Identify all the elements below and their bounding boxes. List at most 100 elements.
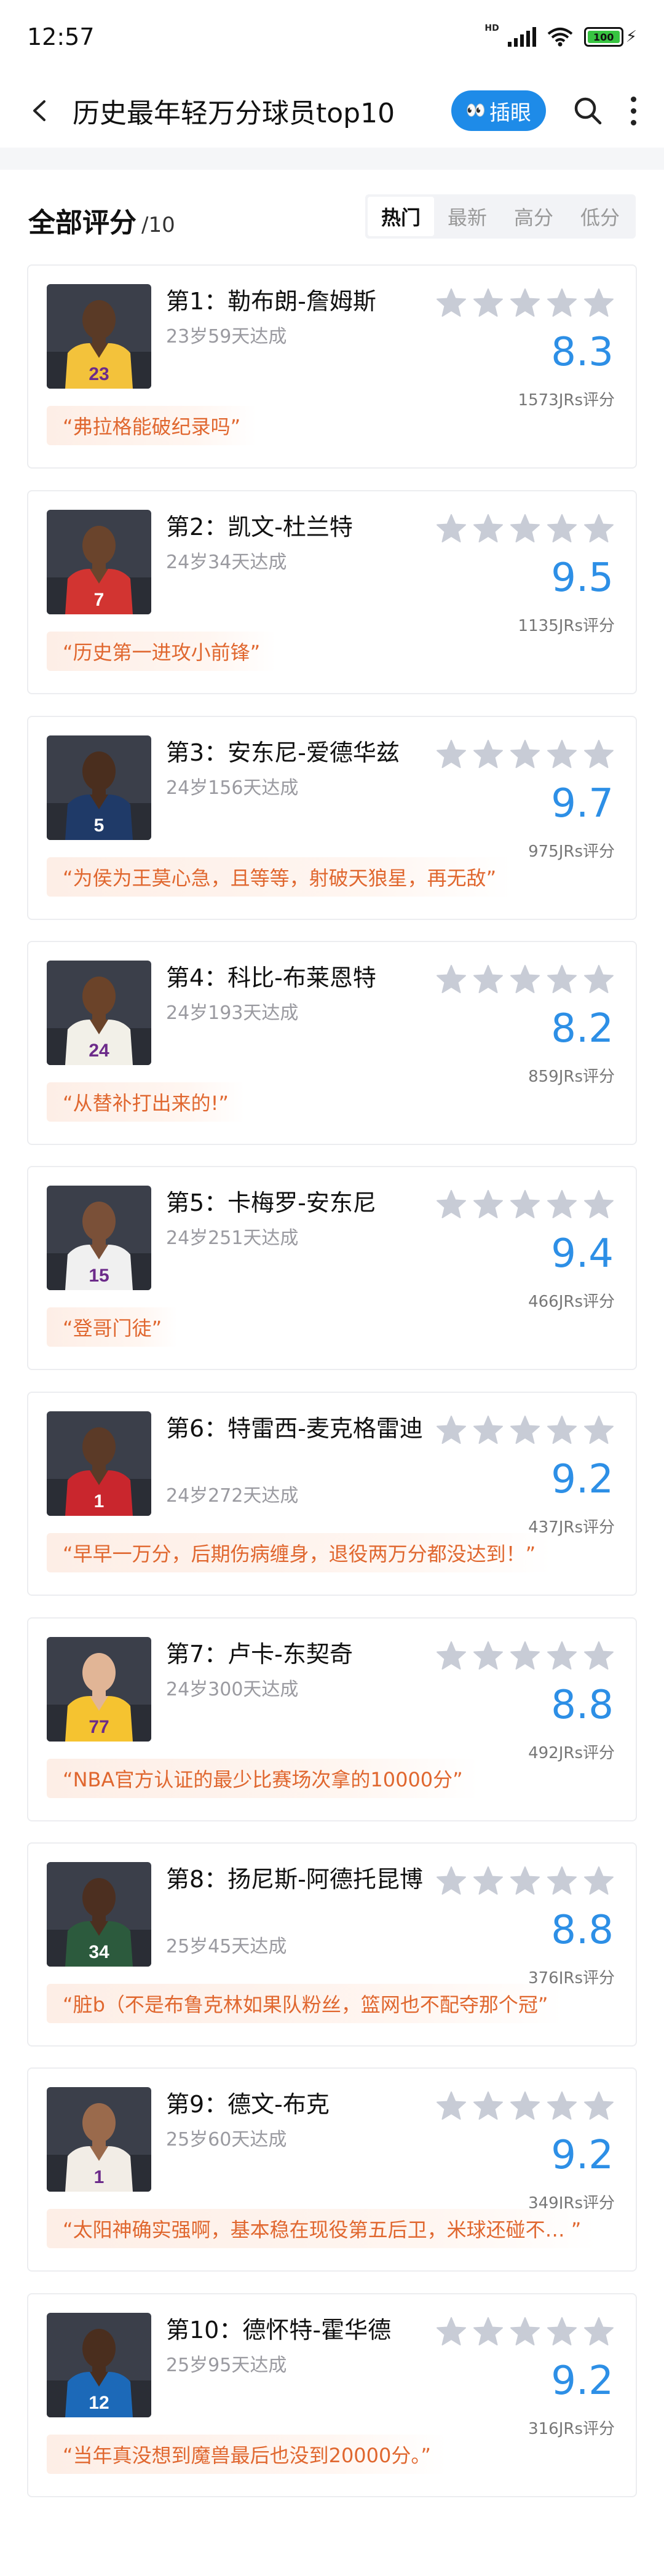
star-icon[interactable] <box>583 2091 615 2122</box>
rating-score: 8.2 <box>551 1006 614 1052</box>
star-icon[interactable] <box>583 964 615 995</box>
player-name: 第10：德怀特-霍华德 <box>166 2316 392 2344</box>
star-icon[interactable] <box>546 964 578 995</box>
player-card[interactable]: 12 第10：德怀特-霍华德 25岁95天达成 9.2 316JRs评分 “当年真没想到魔… <box>27 2293 637 2497</box>
star-icon[interactable] <box>509 1415 541 1446</box>
star-icon[interactable] <box>546 288 578 319</box>
star-icon[interactable] <box>472 1415 504 1446</box>
top-comment[interactable]: “为侯为王莫心急，且等等，射破天狼星，再无敌” <box>47 857 513 897</box>
star-icon[interactable] <box>509 288 541 319</box>
star-icon[interactable] <box>435 513 467 544</box>
wifi-icon <box>547 28 573 47</box>
star-icon[interactable] <box>509 1866 541 1896</box>
rating-stars <box>435 1641 615 1671</box>
player-card[interactable]: 7 第2：凯文-杜兰特 24岁34天达成 9.5 1135JRs评分 “历史第一进攻小前锋… <box>27 490 637 694</box>
top-comment[interactable]: “弗拉格能破纪录吗” <box>47 406 257 445</box>
player-photo: 23 <box>47 284 151 389</box>
player-photo: 5 <box>47 735 151 840</box>
star-icon[interactable] <box>509 1641 541 1671</box>
star-icon[interactable] <box>546 1189 578 1220</box>
star-icon[interactable] <box>509 964 541 995</box>
top-comment[interactable]: “NBA官方认证的最少比赛场次拿的10000分” <box>47 1759 479 1798</box>
star-icon[interactable] <box>435 1641 467 1671</box>
top-comment[interactable]: “从替补打出来的!” <box>47 1082 245 1122</box>
star-icon[interactable] <box>583 288 615 319</box>
star-icon[interactable] <box>435 1866 467 1896</box>
player-name: 第9：德文-布克 <box>166 2091 330 2118</box>
player-card[interactable]: 24 第4：科比-布莱恩特 24岁193天达成 8.2 859JRs评分 “从替补打出来的… <box>27 941 637 1145</box>
star-icon[interactable] <box>509 2316 541 2347</box>
top-comment[interactable]: “脏b（不是布鲁克林如果队粉丝，篮网也不配夺那个冠” <box>47 1984 564 2023</box>
star-icon[interactable] <box>546 2316 578 2347</box>
top-comment[interactable]: “登哥门徒” <box>47 1307 178 1347</box>
player-card[interactable]: 1 第9：德文-布克 25岁60天达成 9.2 349JRs评分 “太阳神确实强啊，基本稳… <box>27 2067 637 2272</box>
star-icon[interactable] <box>435 1415 467 1446</box>
player-name: 第2：凯文-杜兰特 <box>166 513 353 541</box>
star-icon[interactable] <box>583 2316 615 2347</box>
player-card[interactable]: 77 第7：卢卡-东契奇 24岁300天达成 8.8 492JRs评分 “NBA官方认证的… <box>27 1617 637 1821</box>
player-card[interactable]: 34 第8：扬尼斯-阿德托昆博 25岁45天达成 8.8 376JRs评分 “脏b（不是布… <box>27 1842 637 2047</box>
star-icon[interactable] <box>509 513 541 544</box>
more-dot-icon <box>630 119 636 125</box>
star-icon[interactable] <box>546 513 578 544</box>
star-icon[interactable] <box>583 1189 615 1220</box>
rating-count: 466JRs评分 <box>528 1293 615 1311</box>
player-card[interactable]: 5 第3：安东尼-爱德华兹 24岁156天达成 9.7 975JRs评分 “为侯为王莫心急… <box>27 716 637 920</box>
star-icon[interactable] <box>472 739 504 770</box>
rating-score: 9.2 <box>551 2358 614 2404</box>
player-milestone-age: 25岁60天达成 <box>166 2129 287 2150</box>
star-icon[interactable] <box>546 2091 578 2122</box>
star-icon[interactable] <box>435 2316 467 2347</box>
star-icon[interactable] <box>509 1189 541 1220</box>
more-options-button[interactable] <box>621 92 646 129</box>
player-photo: 1 <box>47 2087 151 2192</box>
search-button[interactable] <box>569 92 606 129</box>
star-icon[interactable] <box>472 1641 504 1671</box>
ratings-panel: 全部评分 /10 热门 最新 高分 低分 23 第1：勒布朗-詹姆斯 23岁59天达成 8.… <box>0 170 664 2576</box>
star-icon[interactable] <box>472 2316 504 2347</box>
top-comment[interactable]: “早早一万分，后期伤病缠身，退役两万分都没达到！” <box>47 1533 552 1572</box>
star-icon[interactable] <box>546 1866 578 1896</box>
top-comment[interactable]: “当年真没想到魔兽最后也没到20000分。” <box>47 2435 447 2474</box>
star-icon[interactable] <box>472 2091 504 2122</box>
tab-3[interactable]: 低分 <box>567 197 633 236</box>
star-icon[interactable] <box>583 1866 615 1896</box>
hd-indicator: HD <box>484 23 499 33</box>
star-icon[interactable] <box>583 513 615 544</box>
star-icon[interactable] <box>546 1641 578 1671</box>
peek-button[interactable]: 👀 插眼 <box>451 90 546 131</box>
star-icon[interactable] <box>546 739 578 770</box>
star-icon[interactable] <box>435 288 467 319</box>
star-icon[interactable] <box>435 1189 467 1220</box>
star-icon[interactable] <box>472 288 504 319</box>
star-icon[interactable] <box>472 1866 504 1896</box>
player-name: 第1：勒布朗-詹姆斯 <box>166 288 376 315</box>
star-icon[interactable] <box>435 739 467 770</box>
star-icon[interactable] <box>546 1415 578 1446</box>
star-icon[interactable] <box>509 739 541 770</box>
tab-0[interactable]: 热门 <box>368 197 434 236</box>
jersey-number: 1 <box>94 2167 105 2187</box>
rating-count: 859JRs评分 <box>528 1068 615 1086</box>
player-card[interactable]: 23 第1：勒布朗-詹姆斯 23岁59天达成 8.3 1573JRs评分 “弗拉格能破纪录… <box>27 264 637 469</box>
top-comment[interactable]: “太阳神确实强啊，基本稳在现役第五后卫，米球还碰不… ” <box>47 2209 598 2248</box>
player-milestone-age: 24岁156天达成 <box>166 777 299 799</box>
player-card[interactable]: 1 第6：特雷西-麦克格雷迪 24岁272天达成 9.2 437JRs评分 “早早一万分，… <box>27 1392 637 1596</box>
star-icon[interactable] <box>472 513 504 544</box>
player-card[interactable]: 15 第5：卡梅罗-安东尼 24岁251天达成 9.4 466JRs评分 “登哥门徒” <box>27 1166 637 1370</box>
star-icon[interactable] <box>583 739 615 770</box>
star-icon[interactable] <box>509 2091 541 2122</box>
top-comment[interactable]: “历史第一进攻小前锋” <box>47 632 277 671</box>
tab-2[interactable]: 高分 <box>500 197 567 236</box>
star-icon[interactable] <box>583 1641 615 1671</box>
back-button[interactable] <box>18 89 61 132</box>
star-icon[interactable] <box>472 1189 504 1220</box>
star-icon[interactable] <box>472 964 504 995</box>
player-milestone-age: 24岁272天达成 <box>166 1485 299 1507</box>
star-icon[interactable] <box>435 2091 467 2122</box>
star-icon[interactable] <box>583 1415 615 1446</box>
tab-1[interactable]: 最新 <box>434 197 500 236</box>
player-photo: 15 <box>47 1186 151 1290</box>
star-icon[interactable] <box>435 964 467 995</box>
jersey-number: 12 <box>89 2393 109 2413</box>
